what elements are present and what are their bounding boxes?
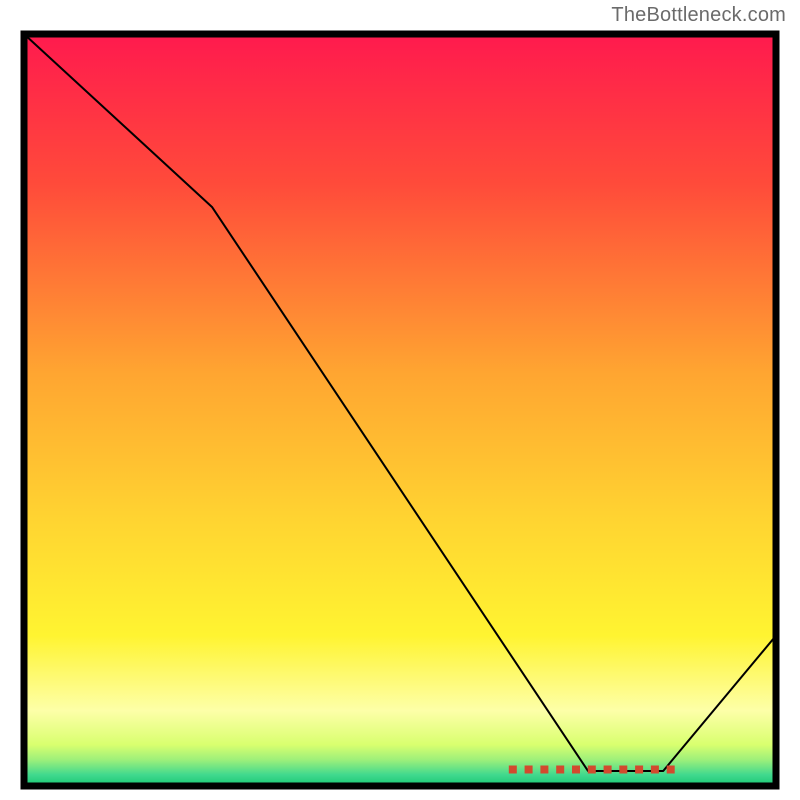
annotation-marker bbox=[651, 766, 659, 774]
chart-container: TheBottleneck.com bbox=[0, 0, 800, 800]
annotation-marker bbox=[619, 766, 627, 774]
annotation-marker bbox=[667, 766, 675, 774]
source-attribution: TheBottleneck.com bbox=[611, 4, 786, 27]
annotation-marker bbox=[604, 766, 612, 774]
annotation-marker bbox=[635, 766, 643, 774]
annotation-marker bbox=[540, 766, 548, 774]
annotation-marker bbox=[588, 766, 596, 774]
gradient-background bbox=[24, 34, 776, 786]
annotation-marker bbox=[525, 766, 533, 774]
chart-plot bbox=[20, 30, 780, 790]
annotation-marker bbox=[509, 766, 517, 774]
annotation-marker bbox=[572, 766, 580, 774]
annotation-marker bbox=[556, 766, 564, 774]
